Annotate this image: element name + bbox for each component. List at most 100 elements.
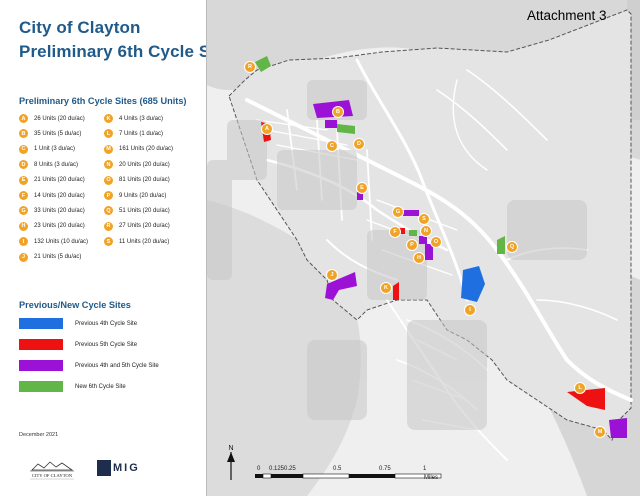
pin-l[interactable]: L <box>575 383 585 393</box>
site-text-f: 14 Units (20 du/ac) <box>34 192 85 199</box>
site-badge-g: G <box>19 206 28 216</box>
cycle-swatch <box>19 360 63 371</box>
site-4th5th-m <box>609 418 627 438</box>
pin-s[interactable]: S <box>419 214 429 224</box>
site-text-m: 161 Units (20 du/ac) <box>119 146 174 153</box>
site-legend-f: F 14 Units (20 du/ac) <box>19 191 85 200</box>
site-text-k: 4 Units (3 du/ac) <box>119 115 164 122</box>
cycle-legend-label: New 6th Cycle Site <box>75 383 126 390</box>
pin-d[interactable]: D <box>354 139 364 149</box>
mig-logo-mark <box>97 460 111 476</box>
site-legend-h: H 23 Units (20 du/ac) <box>19 221 85 231</box>
site-badge-s: S <box>104 237 113 247</box>
site-text-l: 7 Units (1 du/ac) <box>119 130 164 137</box>
mig-logo-text: MIG <box>113 462 140 474</box>
site-text-j: 21 Units (5 du/ac) <box>34 254 82 261</box>
site-badge-a: A <box>19 114 28 123</box>
site-legend-m: M 161 Units (20 du/ac) <box>104 144 174 154</box>
pin-q[interactable]: Q <box>507 242 517 252</box>
site-4th5th-e <box>357 192 363 200</box>
site-legend-n: N 20 Units (20 du/ac) <box>104 160 170 170</box>
cycle-legend-label: Previous 4th Cycle Site <box>75 320 138 327</box>
site-badge-o: O <box>104 175 113 185</box>
site-badge-c: C <box>19 144 28 154</box>
site-text-s: 11 Units (20 du/ac) <box>119 238 170 245</box>
site-4th5th-c <box>325 120 337 128</box>
scale-tick-label: 1 <box>423 466 427 472</box>
pin-a[interactable]: A <box>262 124 272 134</box>
site-legend-c: C 1 Unit (3 du/ac) <box>19 144 76 154</box>
site-legend-r: R 27 Units (20 du/ac) <box>104 221 170 231</box>
site-badge-p: P <box>104 191 113 200</box>
svg-text:N: N <box>228 445 233 452</box>
site-text-n: 20 Units (20 du/ac) <box>119 161 170 168</box>
map-canvas: N <box>207 0 640 496</box>
pin-p[interactable]: P <box>407 240 417 250</box>
site-text-d: 8 Units (3 du/ac) <box>34 161 79 168</box>
pin-o[interactable]: O <box>431 237 441 247</box>
site-badge-k: K <box>104 114 113 123</box>
site-text-i: 132 Units (10 du/ac) <box>34 238 89 245</box>
map-view[interactable]: N Attachment 3 ABCDEFGHIJKLMNOPQRS 0 0.12… <box>206 0 640 496</box>
site-text-h: 23 Units (20 du/ac) <box>34 223 85 230</box>
site-legend-d: D 8 Units (3 du/ac) <box>19 160 79 170</box>
site-badge-h: H <box>19 221 28 231</box>
site-text-o: 81 Units (20 du/ac) <box>119 177 170 184</box>
cycle-swatch <box>19 318 63 329</box>
site-badge-d: D <box>19 160 28 170</box>
site-badge-r: R <box>104 221 113 231</box>
site-legend-i: I 132 Units (10 du/ac) <box>19 237 89 247</box>
site-badge-b: B <box>19 129 28 139</box>
site-badge-j: J <box>19 252 28 262</box>
pin-r[interactable]: R <box>245 62 255 72</box>
pin-i[interactable]: I <box>465 305 475 315</box>
pin-c[interactable]: C <box>327 141 337 151</box>
pin-g[interactable]: G <box>393 207 403 217</box>
site-badge-n: N <box>104 160 113 170</box>
pin-h[interactable]: H <box>414 253 424 263</box>
site-4th5th-p <box>419 236 427 244</box>
pin-b[interactable]: B <box>333 107 343 117</box>
scale-tick-label: 0.125 <box>269 466 285 472</box>
site-legend-j: J 21 Units (5 du/ac) <box>19 252 82 262</box>
cycle-swatch <box>19 381 63 392</box>
site-legend-a: A 26 Units (20 du/ac) <box>19 114 85 123</box>
site-badge-i: I <box>19 237 28 247</box>
site-legend-q: Q 51 Units (20 du/ac) <box>104 206 170 216</box>
site-text-c: 1 Unit (3 du/ac) <box>34 146 76 153</box>
site-legend-g: G 33 Units (20 du/ac) <box>19 206 85 216</box>
cycle-legend-row: Previous 5th Cycle Site <box>19 339 137 350</box>
cycle-swatch <box>19 339 63 350</box>
scale-tick-label: 0.5 <box>333 466 342 472</box>
site-4th5th-g <box>403 210 419 216</box>
cycle-legend-label: Previous 4th and 5th Cycle Site <box>75 362 159 369</box>
site-legend-k: K 4 Units (3 du/ac) <box>104 114 163 123</box>
site-badge-q: Q <box>104 206 113 216</box>
site-legend-o: O 81 Units (20 du/ac) <box>104 175 170 185</box>
scale-tick-label: 0.25 <box>284 466 296 472</box>
legend-panel: City of Clayton Preliminary 6th Cycle Si… <box>0 0 240 496</box>
cycle-legend-row: New 6th Cycle Site <box>19 381 126 392</box>
pin-j[interactable]: J <box>327 270 337 280</box>
attachment-label: Attachment 3 <box>527 8 607 23</box>
pin-e[interactable]: E <box>357 183 367 193</box>
cycle-heading: Previous/New Cycle Sites <box>19 300 131 310</box>
pin-k[interactable]: K <box>381 283 391 293</box>
scale-tick-label: 0.75 <box>379 466 391 472</box>
site-legend-p: P 9 Units (20 du/ac) <box>104 191 166 200</box>
site-legend-s: S 11 Units (20 du/ac) <box>104 237 170 247</box>
scale-tick-label: 0 <box>257 466 261 472</box>
pin-m[interactable]: M <box>595 427 605 437</box>
site-badge-m: M <box>104 144 113 154</box>
cycle-legend-label: Previous 5th Cycle Site <box>75 341 138 348</box>
date-label: December 2021 <box>19 432 59 438</box>
cycle-legend-row: Previous 4th and 5th Cycle Site <box>19 360 159 371</box>
site-4th5th-h <box>425 244 433 260</box>
site-text-r: 27 Units (20 du/ac) <box>119 223 170 230</box>
cycle-legend-row: Previous 4th Cycle Site <box>19 318 137 329</box>
pin-f[interactable]: F <box>390 227 400 237</box>
site-text-p: 9 Units (20 du/ac) <box>119 192 167 199</box>
svg-text:CITY OF CLAYTON: CITY OF CLAYTON <box>32 473 73 478</box>
pin-n[interactable]: N <box>421 226 431 236</box>
sites-heading: Preliminary 6th Cycle Sites (685 Units) <box>19 96 187 106</box>
